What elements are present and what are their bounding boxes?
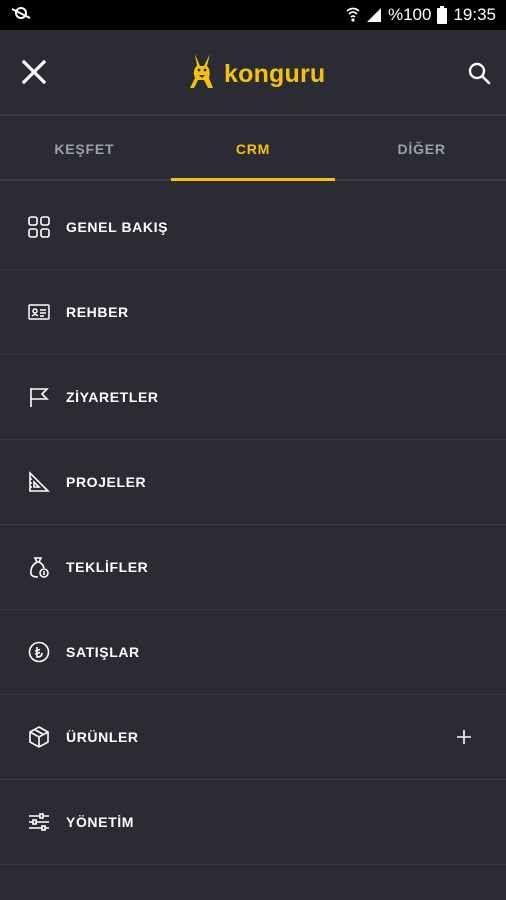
sync-icon	[10, 5, 32, 26]
wifi-icon	[346, 7, 360, 23]
menu-label: TEKLİFLER	[66, 559, 149, 575]
tab-crm[interactable]: CRM	[169, 118, 338, 181]
kangaroo-logo-icon	[186, 52, 218, 97]
menu-item-urunler[interactable]: ÜRÜNLER	[0, 695, 506, 780]
menu-label: PROJELER	[66, 474, 147, 490]
currency-coin-icon	[27, 640, 51, 664]
menu-item-satislar[interactable]: SATIŞLAR	[0, 610, 506, 695]
sliders-icon	[27, 810, 51, 834]
menu-item-genel-bakis[interactable]: GENEL BAKIŞ	[0, 185, 506, 270]
close-button[interactable]	[18, 58, 50, 90]
tab-kesfet[interactable]: KEŞFET	[0, 118, 169, 179]
flag-icon	[27, 385, 51, 409]
menu-label: REHBER	[66, 304, 129, 320]
battery-icon	[437, 6, 448, 24]
set-square-icon	[27, 470, 51, 494]
status-left	[10, 5, 32, 26]
offer-bag-icon	[27, 555, 51, 579]
app-header: konguru	[0, 30, 506, 116]
clock: 19:35	[453, 5, 496, 24]
menu-label: SATIŞLAR	[66, 644, 140, 660]
menu-label: YÖNETİM	[66, 814, 134, 830]
grid-icon	[27, 215, 51, 239]
search-icon	[467, 61, 491, 90]
menu-item-rehber[interactable]: REHBER	[0, 270, 506, 355]
box-icon	[27, 725, 51, 749]
menu-item-yonetim[interactable]: YÖNETİM	[0, 780, 506, 865]
crm-menu: GENEL BAKIŞ REHBER ZİYARETLER PROJELER T…	[0, 185, 506, 865]
menu-item-ziyaretler[interactable]: ZİYARETLER	[0, 355, 506, 440]
close-icon	[21, 59, 47, 90]
menu-label: ÜRÜNLER	[66, 729, 139, 745]
status-bar: %100 19:35	[0, 0, 506, 30]
signal-icon	[366, 7, 382, 23]
brand-logo: konguru	[186, 52, 325, 96]
brand-name: konguru	[224, 59, 326, 88]
menu-item-teklifler[interactable]: TEKLİFLER	[0, 525, 506, 610]
tab-diger[interactable]: DİĞER	[337, 118, 506, 179]
menu-label: GENEL BAKIŞ	[66, 219, 169, 235]
battery-percent: %100	[387, 5, 432, 24]
status-right: %100 19:35	[346, 5, 496, 25]
contact-card-icon	[27, 300, 51, 324]
expand-plus-icon[interactable]	[452, 725, 476, 749]
tab-bar: KEŞFET CRM DİĞER	[0, 118, 506, 181]
menu-item-projeler[interactable]: PROJELER	[0, 440, 506, 525]
search-button[interactable]	[464, 60, 494, 90]
menu-label: ZİYARETLER	[66, 389, 159, 405]
